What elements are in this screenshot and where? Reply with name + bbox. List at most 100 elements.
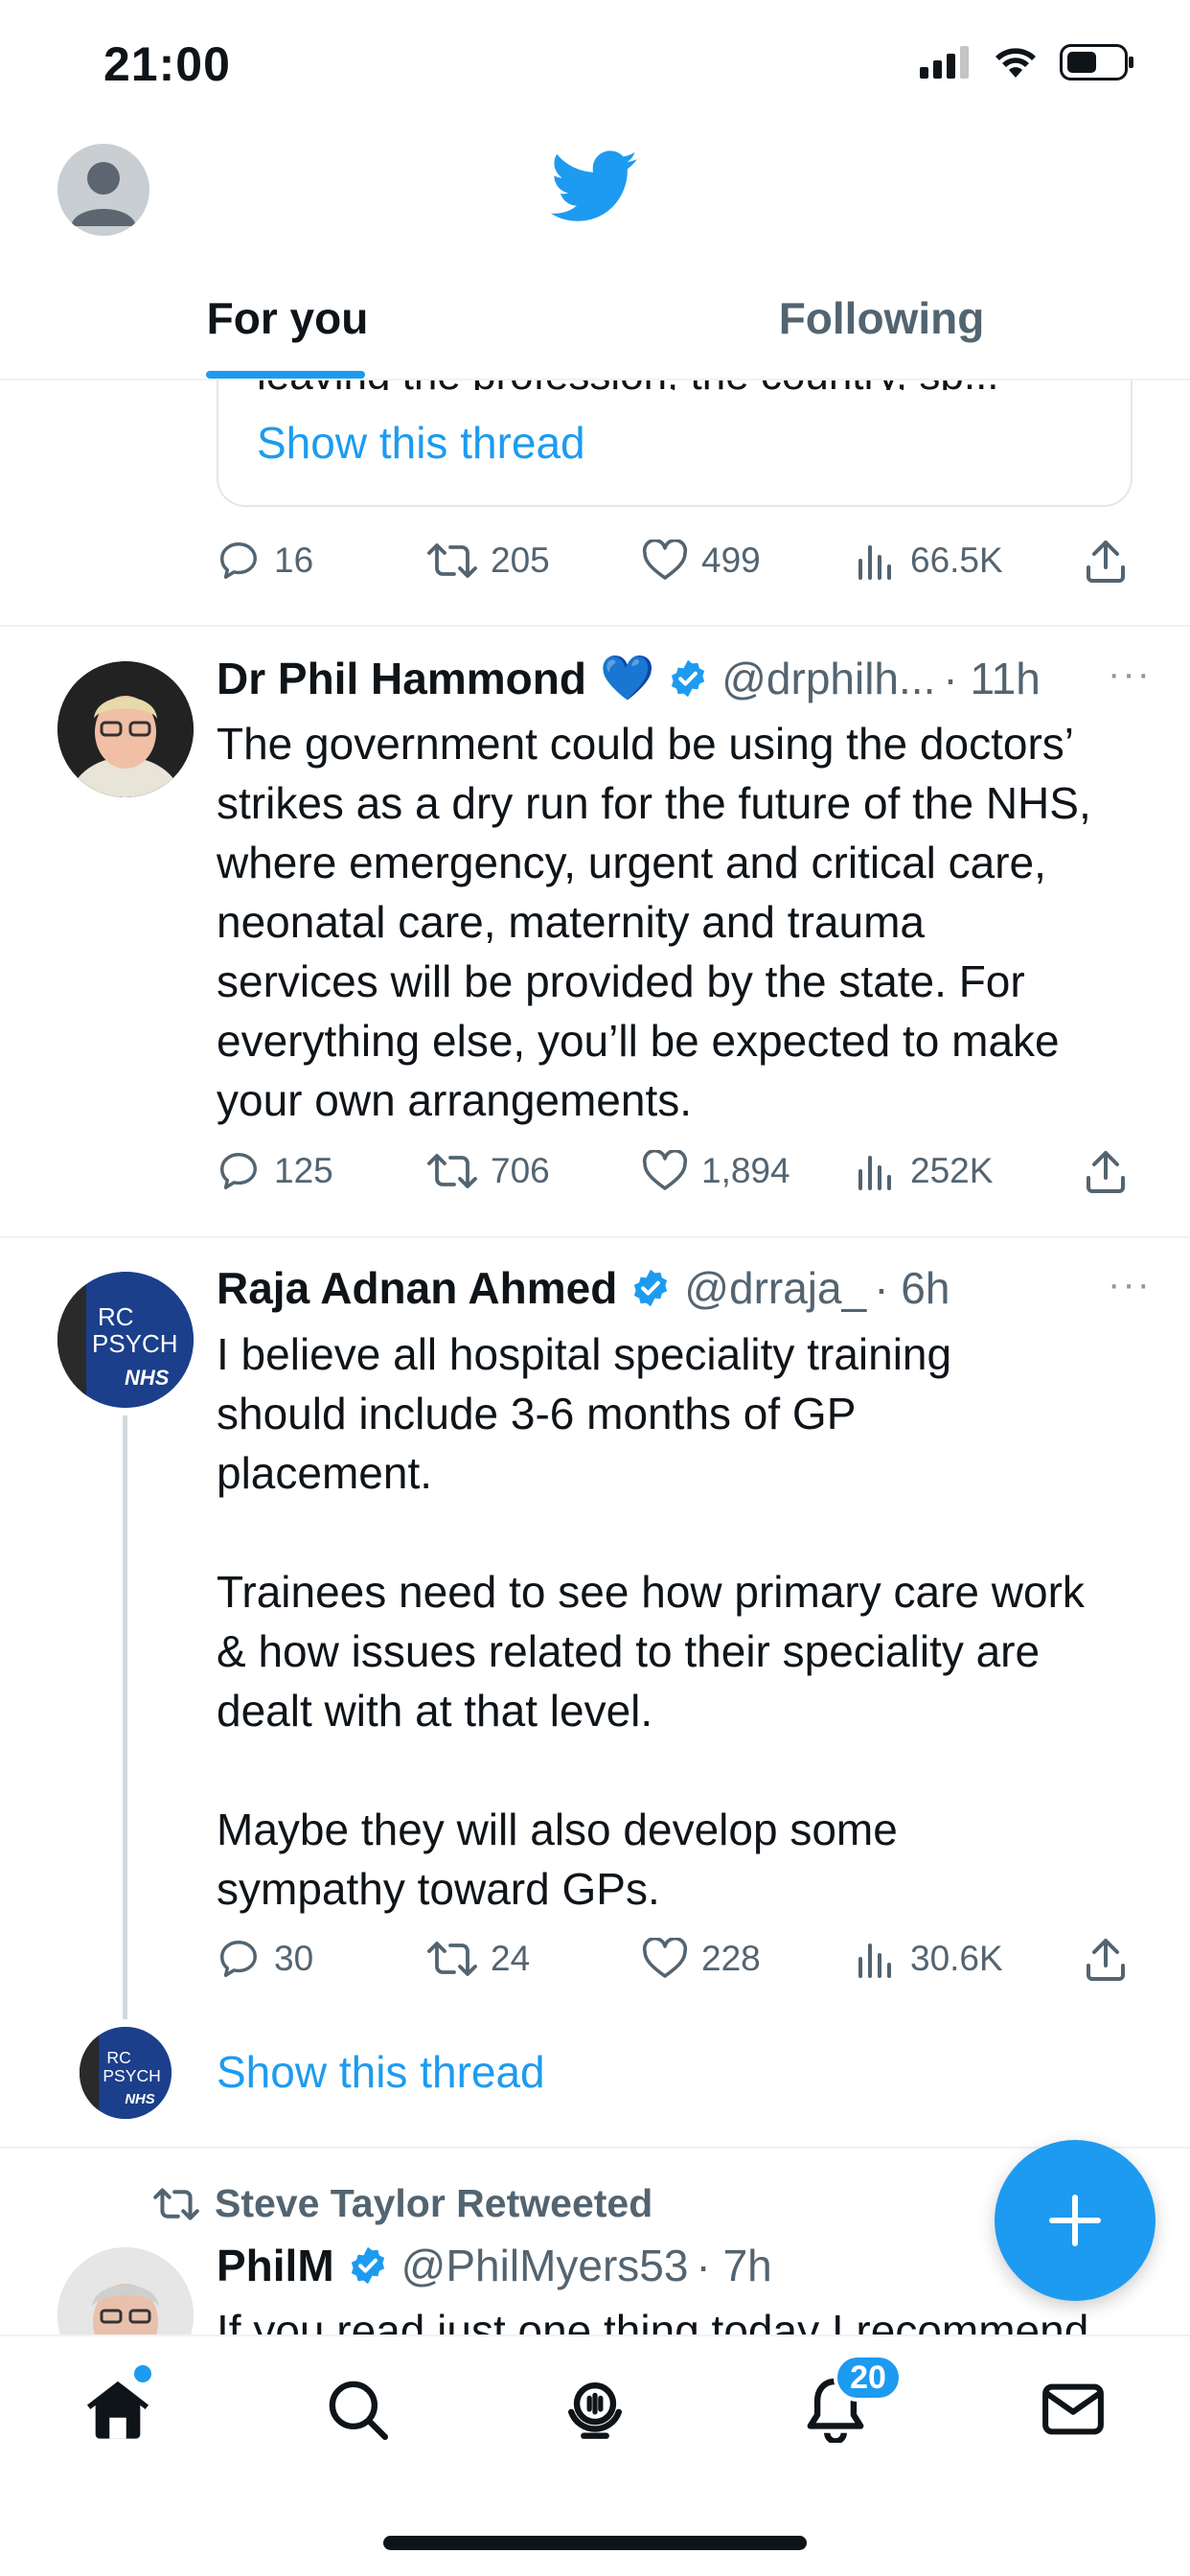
retweet-count: 706 — [491, 1151, 550, 1190]
mail-icon — [1042, 2383, 1104, 2435]
analytics-icon — [858, 1944, 891, 1978]
divider — [0, 625, 1190, 627]
divider — [0, 1236, 1190, 1238]
reply-button[interactable]: 125 — [217, 1149, 333, 1193]
retweet-button[interactable]: 205 — [427, 539, 550, 583]
share-button[interactable] — [1085, 1937, 1127, 1981]
analytics-icon — [858, 1156, 891, 1190]
more-options-icon[interactable]: ··· — [1108, 1263, 1152, 1306]
retweet-icon — [153, 2187, 199, 2220]
spaces-icon — [568, 2382, 622, 2439]
reply-count: 16 — [274, 540, 314, 580]
nav-search[interactable] — [319, 2371, 396, 2448]
nav-spaces[interactable] — [557, 2371, 633, 2448]
blue-heart-emoji: 💙 — [599, 653, 655, 702]
share-button[interactable] — [1085, 539, 1127, 583]
like-count: 1,894 — [701, 1151, 790, 1190]
tweet-text: I believe all hospital speciality traini… — [217, 1329, 1085, 1914]
reply-button[interactable]: 30 — [217, 1937, 313, 1981]
show-this-thread-link[interactable]: Show this thread — [257, 417, 585, 469]
retweet-icon — [427, 1942, 477, 1976]
like-button[interactable]: 228 — [642, 1938, 761, 1980]
status-time: 21:00 — [103, 37, 231, 91]
verified-badge-icon — [634, 1269, 668, 1307]
divider — [0, 2147, 1190, 2149]
like-count: 499 — [701, 540, 761, 580]
reply-icon — [220, 1153, 257, 1189]
tweet-text: The government could be using the doctor… — [217, 719, 1091, 1125]
search-icon — [329, 2380, 389, 2441]
handle[interactable]: @PhilMyers53 — [401, 2240, 689, 2291]
status-bar: 21:00 — [0, 0, 1190, 129]
share-button[interactable] — [1085, 1149, 1127, 1193]
tab-following[interactable]: Following — [767, 283, 996, 344]
tweet-header: Raja Adnan Ahmed @drraja_ · 6h — [217, 1262, 950, 1314]
profile-avatar[interactable] — [57, 144, 149, 236]
tweet-actions: 16 205 499 66.5K — [217, 532, 1136, 589]
share-icon — [1087, 1151, 1125, 1193]
share-icon — [1087, 1939, 1125, 1981]
timestamp[interactable]: · 11h — [943, 653, 1040, 704]
like-button[interactable]: 1,894 — [642, 1150, 790, 1192]
reply-count: 125 — [274, 1151, 333, 1190]
cellular-signal-icon — [920, 46, 969, 79]
svg-text:RC: RC — [98, 1302, 134, 1331]
notifications-badge: 20 — [834, 2354, 903, 2402]
views-count: 252K — [910, 1151, 994, 1190]
retweeted-by-row: Steve Taylor Retweeted — [153, 2181, 652, 2226]
svg-text:PSYCH: PSYCH — [92, 1329, 178, 1358]
like-count: 228 — [701, 1939, 761, 1978]
verified-badge-icon — [672, 659, 705, 697]
tweet-header: PhilM @PhilMyers53 · 7h — [217, 2240, 772, 2291]
thread-connector — [123, 1415, 127, 2019]
display-name[interactable]: Dr Phil Hammond — [217, 653, 586, 704]
like-button[interactable]: 499 — [642, 540, 761, 582]
handle[interactable]: @drraja_ — [684, 1262, 866, 1314]
heart-icon — [642, 1938, 688, 1978]
reply-count: 30 — [274, 1939, 314, 1978]
views-button[interactable]: 30.6K — [857, 1939, 1003, 1979]
timestamp[interactable]: · 7h — [696, 2240, 771, 2291]
retweet-button[interactable]: 24 — [427, 1937, 530, 1981]
retweet-button[interactable]: 706 — [427, 1149, 550, 1193]
verified-badge-icon — [351, 2246, 384, 2285]
tweet-actions: 125 706 1,894 252K — [217, 1142, 1136, 1200]
avatar[interactable]: RC PSYCH NHS — [57, 1272, 194, 1408]
tweet-actions: 30 24 228 30.6K — [217, 1930, 1136, 1988]
user-photo-icon — [57, 661, 194, 797]
battery-icon — [1060, 44, 1133, 80]
nav-home[interactable] — [80, 2371, 156, 2448]
home-header: For you Following — [0, 129, 1190, 380]
svg-text:RC: RC — [106, 2048, 131, 2067]
reply-button[interactable]: 16 — [217, 539, 313, 583]
retweet-count: 24 — [491, 1939, 531, 1978]
more-options-icon[interactable]: ··· — [1108, 653, 1152, 696]
plus-icon — [1049, 2195, 1101, 2246]
tweet-header: Dr Phil Hammond 💙 @drphilh... · 11h — [217, 652, 1041, 704]
nav-messages[interactable] — [1035, 2371, 1111, 2448]
display-name[interactable]: PhilM — [217, 2240, 334, 2291]
views-button[interactable]: 252K — [857, 1151, 993, 1191]
rcpsych-logo-icon: RC PSYCH NHS — [80, 2027, 172, 2119]
display-name[interactable]: Raja Adnan Ahmed — [217, 1262, 617, 1314]
share-icon — [1087, 540, 1125, 583]
retweet-icon — [427, 1154, 477, 1188]
compose-tweet-button[interactable] — [995, 2140, 1156, 2301]
tab-for-you[interactable]: For you — [201, 283, 374, 344]
views-count: 66.5K — [910, 540, 1003, 580]
analytics-icon — [858, 545, 891, 580]
views-button[interactable]: 66.5K — [857, 540, 1003, 581]
heart-icon — [642, 1150, 688, 1190]
handle[interactable]: @drphilh... — [721, 653, 935, 704]
avatar[interactable] — [57, 661, 194, 797]
reply-icon — [220, 1941, 257, 1977]
retweeted-by-label[interactable]: Steve Taylor Retweeted — [215, 2181, 652, 2226]
svg-text:PSYCH: PSYCH — [103, 2066, 161, 2085]
unread-indicator — [134, 2365, 151, 2382]
active-tab-indicator — [206, 371, 365, 379]
timestamp[interactable]: · 6h — [874, 1262, 950, 1314]
retweet-icon — [427, 543, 477, 578]
twitter-bird-icon[interactable] — [550, 150, 639, 228]
thread-avatar[interactable]: RC PSYCH NHS — [80, 2027, 172, 2119]
show-this-thread-link[interactable]: Show this thread — [217, 2046, 545, 2098]
